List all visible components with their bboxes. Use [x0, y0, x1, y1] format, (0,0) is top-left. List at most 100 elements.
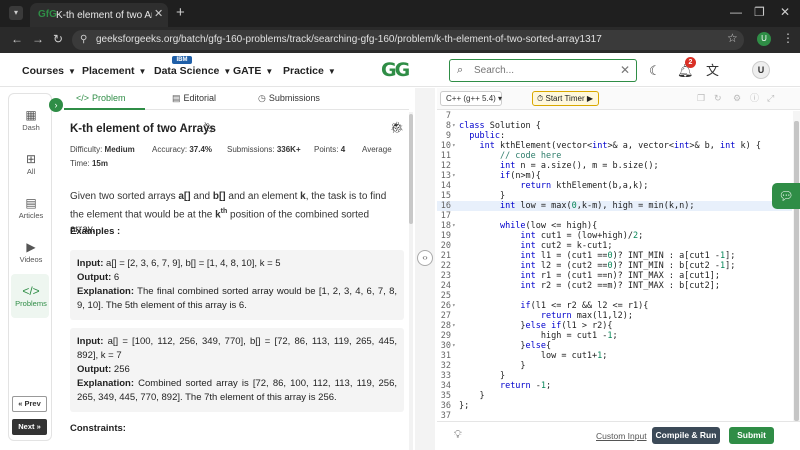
problem-scrollbar[interactable] — [409, 112, 413, 450]
nav-gate[interactable]: GATE ▼ — [233, 65, 273, 78]
scrollbar-thumb[interactable] — [794, 121, 799, 421]
code-line[interactable]: 14 return kthElement(b,a,k); — [437, 181, 792, 191]
forward-icon[interactable]: → — [32, 32, 44, 47]
translate-icon[interactable]: 文 — [706, 63, 719, 78]
code-line[interactable]: 22 int l2 = (cut2 ==0)? INT_MIN : b[cut2… — [437, 261, 792, 271]
reload-icon[interactable]: ↻ — [53, 32, 63, 47]
code-line[interactable]: 18 ▾ while(low <= high){ — [437, 221, 792, 231]
bug-report-icon[interactable]: 🐞︎ — [390, 121, 404, 135]
code-line[interactable]: 17 — [437, 211, 792, 221]
browser-profile-avatar[interactable]: U — [757, 32, 771, 46]
resize-handle-icon[interactable]: ‹› — [417, 250, 433, 266]
code-line[interactable]: 24 int r2 = (cut2 ==m)? INT_MAX : b[cut2… — [437, 281, 792, 291]
tab-submissions[interactable]: ◷ Submissions — [258, 93, 320, 104]
code-line[interactable]: 32 } — [437, 361, 792, 371]
code-line[interactable]: 29 high = cut1 -1; — [437, 331, 792, 341]
browser-menu-icon[interactable]: ⋮ — [782, 31, 794, 45]
maximize-icon[interactable]: ❐ — [754, 5, 765, 19]
search-input[interactable] — [474, 64, 604, 77]
settings-icon[interactable]: ⚙ — [733, 92, 741, 104]
prev-button[interactable]: « Prev — [12, 396, 47, 412]
code-line[interactable]: 7 — [437, 111, 792, 121]
custom-input-link[interactable]: Custom Input — [596, 431, 647, 441]
compile-run-button[interactable]: Compile & Run — [652, 427, 720, 444]
code-line[interactable]: 35 } — [437, 391, 792, 401]
code-line[interactable]: 33 } — [437, 371, 792, 381]
lightbulb-icon[interactable]: 💡︎ — [454, 429, 462, 442]
code-line[interactable]: 30 ▾ }else{ — [437, 341, 792, 351]
tab-editorial[interactable]: ▤ Editorial — [172, 93, 216, 104]
code-line[interactable]: 11 // code here — [437, 151, 792, 161]
url-bar[interactable]: ⚲ geeksforgeeks.org/batch/gfg-160-proble… — [72, 30, 744, 50]
window-close-icon[interactable]: ✕ — [780, 5, 790, 19]
language-select[interactable]: C++ (g++ 5.4) ▾ — [440, 91, 502, 106]
code-line[interactable]: 8 ▾ class Solution { — [437, 121, 792, 131]
code-line[interactable]: 21 int l1 = (cut1 ==0)? INT_MIN : a[cut1… — [437, 251, 792, 261]
new-tab-icon[interactable]: + — [176, 5, 185, 21]
code-line[interactable]: 23 int r1 = (cut1 ==n)? INT_MAX : a[cut1… — [437, 271, 792, 281]
code-editor[interactable]: 7 8 ▾ class Solution {9 public: 10 ▾ int kthE… — [437, 111, 792, 421]
info-icon[interactable]: ⓘ — [750, 92, 759, 104]
code-line[interactable]: 19 int cut1 = (low+high)/2; — [437, 231, 792, 241]
sidebar-item-videos[interactable]: ▶ Videos — [9, 240, 53, 265]
code-line[interactable]: 15 } — [437, 191, 792, 201]
nav-practice[interactable]: Practice ▼ — [283, 65, 336, 78]
dark-mode-icon[interactable]: ☾ — [649, 63, 661, 78]
next-button[interactable]: Next » — [12, 419, 47, 435]
fold-toggle-icon[interactable]: ▾ — [452, 171, 458, 181]
sidebar-item-articles[interactable]: ▤ Articles — [9, 196, 53, 221]
sidebar-item-all[interactable]: ⊞ All — [9, 152, 53, 177]
nav-placement[interactable]: Placement ▼ — [82, 65, 146, 78]
fold-toggle-icon[interactable]: ▾ — [452, 221, 458, 231]
back-icon[interactable]: ← — [11, 32, 23, 47]
example-2: Input: a[] = [100, 112, 256, 349, 770], … — [70, 328, 404, 412]
search-box[interactable]: ⌕ ✕ — [449, 59, 637, 82]
start-timer-button[interactable]: ⏱︎ Start Timer ▶ — [532, 91, 599, 106]
reset-icon[interactable]: ↻ — [714, 92, 722, 104]
code-line[interactable]: 25 — [437, 291, 792, 301]
scrollbar-thumb[interactable] — [409, 114, 413, 224]
nav-courses[interactable]: Courses ▼ — [22, 65, 76, 78]
code-line[interactable]: 31 low = cut1+1; — [437, 351, 792, 361]
fullscreen-icon[interactable]: ⤢ — [767, 92, 774, 104]
browser-tab[interactable]: GfG K-th element of two Arrays | Pr ✕ — [30, 3, 168, 27]
code-text: int cut2 = k-cut1; — [520, 241, 613, 251]
code-line[interactable]: 9 public: — [437, 131, 792, 141]
code-line[interactable]: 37 — [437, 411, 792, 421]
code-line[interactable]: 27 return max(l1,l2); — [437, 311, 792, 321]
url-text[interactable]: geeksforgeeks.org/batch/gfg-160-problems… — [96, 34, 602, 46]
fold-toggle-icon[interactable]: ▾ — [452, 321, 458, 331]
bookmark-icon[interactable]: 🔖︎ — [203, 122, 216, 136]
minimize-icon[interactable]: — — [730, 5, 742, 19]
fold-toggle-icon[interactable]: ▾ — [452, 301, 458, 311]
code-line[interactable]: 34 return -1; — [437, 381, 792, 391]
nav-data-science[interactable]: Data Science ▼ — [154, 65, 231, 78]
bookmark-star-icon[interactable]: ☆ — [727, 31, 738, 45]
code-line[interactable]: 36}; — [437, 401, 792, 411]
user-avatar[interactable]: U — [752, 61, 770, 79]
code-line[interactable]: 10 ▾ int kthElement(vector<int>& a, vecto… — [437, 141, 792, 151]
code-line[interactable]: 28 ▾ }else if(l1 > r2){ — [437, 321, 792, 331]
chevron-right-icon[interactable]: › — [49, 98, 63, 112]
tab-problem[interactable]: </> Problem — [76, 93, 126, 104]
copy-icon[interactable]: ❐ — [697, 92, 705, 104]
code-line[interactable]: 26 ▾ if(l1 <= r2 && l2 <= r1){ — [437, 301, 792, 311]
code-line[interactable]: 12 int n = a.size(), m = b.size(); — [437, 161, 792, 171]
code-line[interactable]: 13 ▾ if(n>m){ — [437, 171, 792, 181]
search-clear-icon[interactable]: ✕ — [620, 63, 630, 77]
code-line[interactable]: 20 int cut2 = k-cut1; — [437, 241, 792, 251]
panel-resizer[interactable] — [415, 88, 435, 450]
fold-toggle-icon[interactable]: ▾ — [452, 341, 458, 351]
editor-scrollbar[interactable] — [793, 111, 800, 421]
chat-icon[interactable]: 💬︎ — [772, 183, 800, 209]
fold-toggle-icon[interactable]: ▾ — [452, 141, 458, 151]
site-info-icon[interactable]: ⚲ — [80, 34, 87, 46]
fold-toggle-icon[interactable]: ▾ — [452, 121, 458, 131]
sidebar-item-problems[interactable]: </> Problems — [9, 284, 53, 309]
tab-list-icon[interactable]: ▾ — [9, 6, 23, 20]
sidebar-item-dash[interactable]: ▦ Dash — [9, 108, 53, 133]
tab-close-icon[interactable]: ✕ — [154, 8, 163, 21]
code-line[interactable]: 16 int low = max(0,k-m), high = min(k,n)… — [437, 201, 792, 211]
gfg-logo[interactable]: GG — [381, 59, 421, 81]
submit-button[interactable]: Submit — [729, 427, 774, 444]
